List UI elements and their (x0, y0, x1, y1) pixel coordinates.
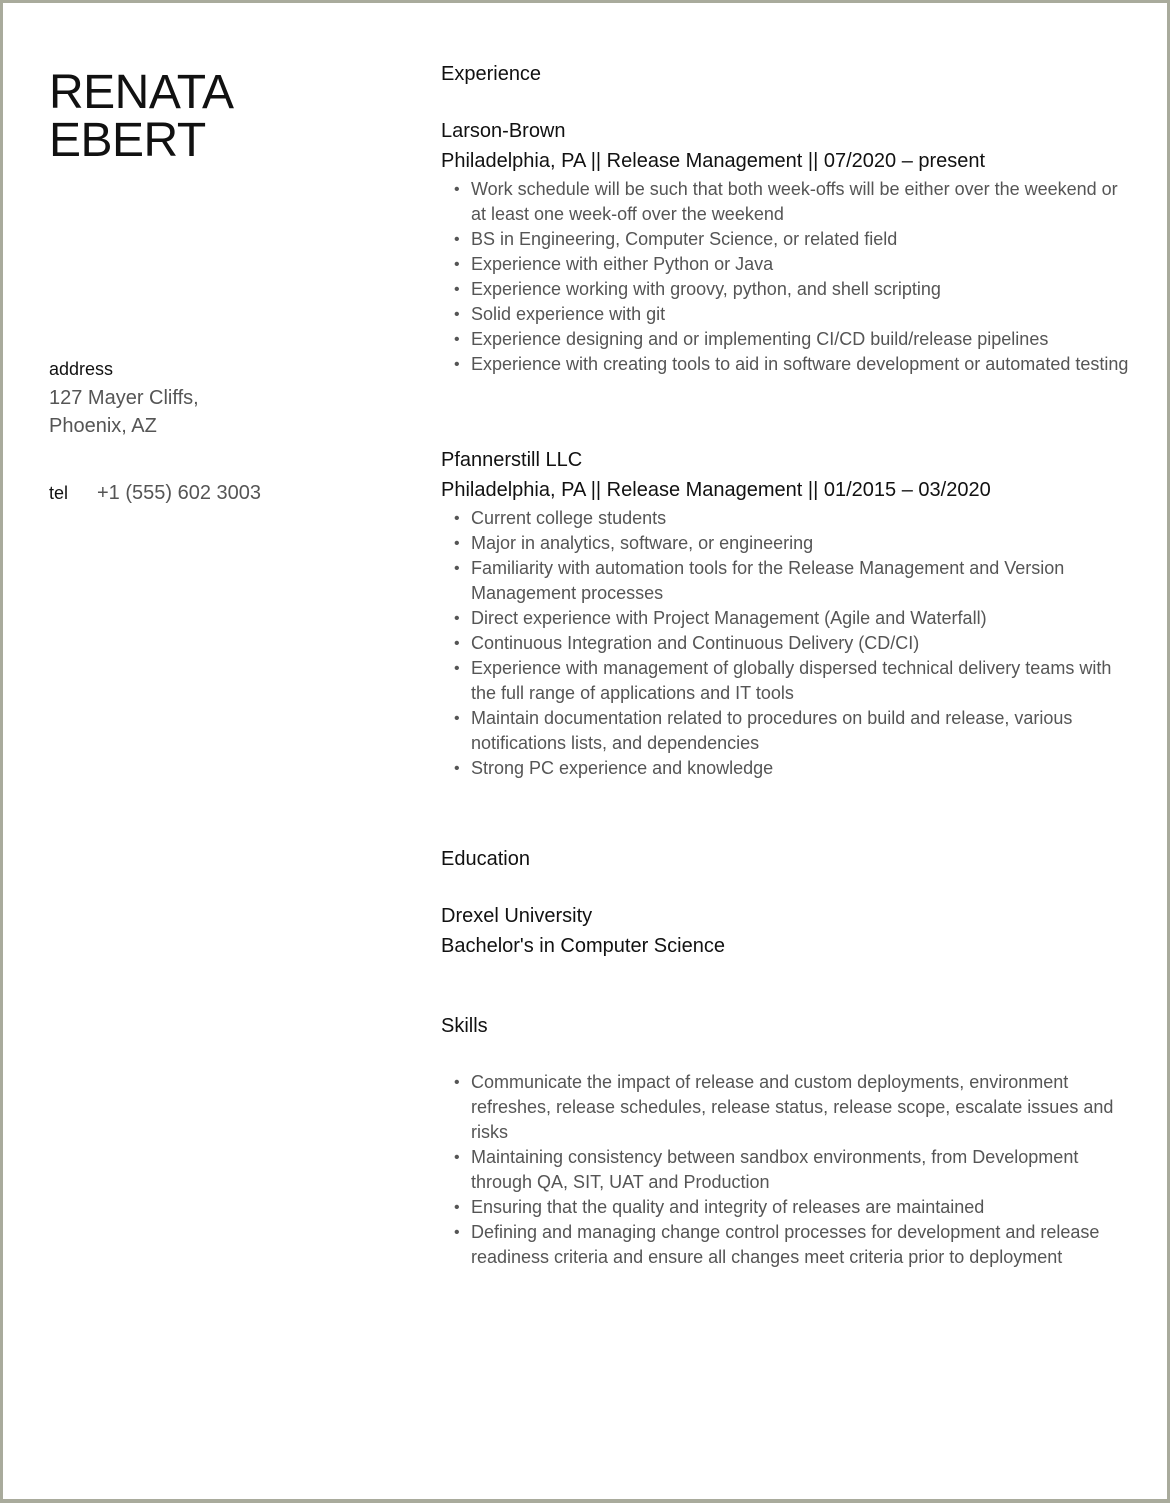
job-bullets: Current college students Major in analyt… (441, 506, 1131, 781)
job-bullet: Major in analytics, software, or enginee… (454, 531, 1131, 556)
job-bullets: Work schedule will be such that both wee… (441, 177, 1131, 377)
skills-heading: Skills (441, 1015, 488, 1037)
job-details: Philadelphia, PA || Release Management |… (441, 479, 991, 501)
job-bullet: Experience with creating tools to aid in… (454, 352, 1131, 377)
experience-heading: Experience (441, 63, 542, 85)
tel-value: +1 (555) 602 3003 (97, 482, 262, 504)
job-entry: Pfannerstill LLC Philadelphia, PA || Rel… (441, 446, 1131, 781)
job-bullet: Direct experience with Project Managemen… (454, 606, 1131, 631)
job-bullet: Experience with management of globally d… (454, 656, 1131, 706)
education-school: Drexel University (441, 905, 593, 927)
job-bullet: Continuous Integration and Continuous De… (454, 631, 1131, 656)
job-bullet: Solid experience with git (454, 302, 1131, 327)
job-bullet: Work schedule will be such that both wee… (454, 177, 1131, 227)
job-company: Pfannerstill LLC (441, 449, 583, 471)
job-company: Larson-Brown (441, 120, 566, 142)
last-name: EBERT (49, 114, 206, 167)
job-bullet: Experience designing and or implementing… (454, 327, 1131, 352)
job-bullet: Maintain documentation related to proced… (454, 706, 1131, 756)
job-entry: Larson-Brown Philadelphia, PA || Release… (441, 117, 1131, 377)
address-block: address 127 Mayer Cliffs, Phoenix, AZ (49, 359, 199, 440)
job-bullet: Experience working with groovy, python, … (454, 277, 1131, 302)
address-line-1: 127 Mayer Cliffs, (49, 387, 199, 409)
job-bullet: Strong PC experience and knowledge (454, 756, 1131, 781)
job-bullet: Current college students (454, 506, 1131, 531)
skills-entry: Communicate the impact of release and cu… (441, 1070, 1131, 1270)
candidate-name: RENATA EBERT (49, 69, 234, 165)
skill-bullet: Ensuring that the quality and integrity … (454, 1195, 1131, 1220)
job-bullet: Familiarity with automation tools for th… (454, 556, 1131, 606)
education-entry: Drexel University Bachelor's in Computer… (441, 902, 1131, 962)
skills-bullets: Communicate the impact of release and cu… (441, 1070, 1131, 1270)
skill-bullet: Maintaining consistency between sandbox … (454, 1145, 1131, 1195)
education-heading: Education (441, 848, 530, 870)
job-bullet: BS in Engineering, Computer Science, or … (454, 227, 1131, 252)
education-degree: Bachelor's in Computer Science (441, 935, 725, 957)
address-line-2: Phoenix, AZ (49, 415, 157, 437)
job-bullet: Experience with either Python or Java (454, 252, 1131, 277)
tel-label: tel (49, 483, 69, 503)
job-details: Philadelphia, PA || Release Management |… (441, 150, 986, 172)
tel-block: tel +1 (555) 602 3003 (49, 479, 261, 507)
skill-bullet: Defining and managing change control pro… (454, 1220, 1131, 1270)
address-label: address (49, 359, 114, 379)
first-name: RENATA (49, 66, 234, 119)
skill-bullet: Communicate the impact of release and cu… (454, 1070, 1131, 1145)
resume-page: RENATA EBERT address 127 Mayer Cliffs, P… (3, 3, 1167, 1499)
